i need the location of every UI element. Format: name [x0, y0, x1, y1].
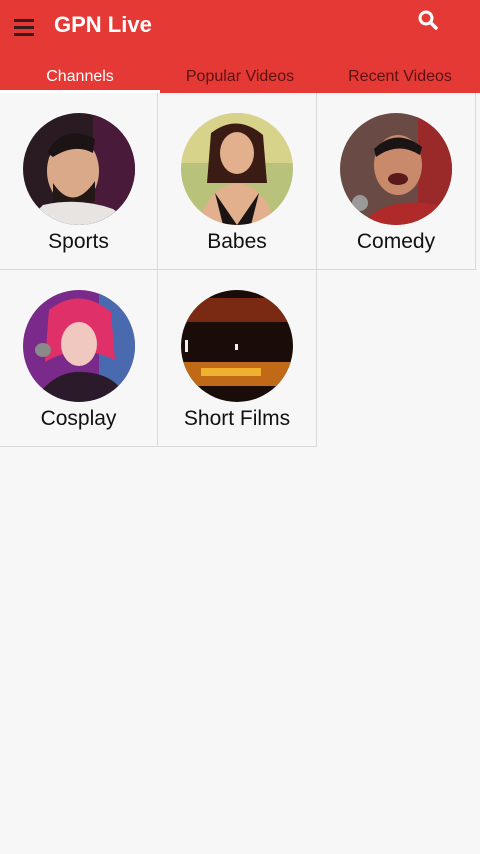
channel-thumbnail [181, 113, 293, 225]
channel-card-comedy[interactable]: Comedy [317, 93, 476, 270]
channel-label: Short Films [183, 407, 291, 430]
channel-label: Sports [48, 230, 109, 253]
channel-card-sports[interactable]: Sports [0, 93, 158, 270]
app-bar: GPN Live Channels Popular Videos Recent … [0, 0, 480, 93]
channel-label: Cosplay [40, 407, 117, 430]
channel-card-babes[interactable]: Babes [158, 93, 317, 270]
channel-card-cosplay[interactable]: Cosplay [0, 270, 158, 447]
channel-thumbnail [22, 290, 135, 402]
channel-grid: Sports Babes Comedy Cosplay Short Films [0, 93, 476, 447]
search-icon-graphic [418, 10, 438, 30]
tab-bar: Channels Popular Videos Recent Videos [0, 60, 480, 93]
menu-icon[interactable] [14, 14, 40, 40]
tab-channels[interactable]: Channels [0, 60, 160, 93]
tab-recent-videos[interactable]: Recent Videos [320, 60, 480, 93]
search-icon[interactable] [416, 8, 442, 34]
channel-label: Babes [207, 230, 267, 253]
menu-bar [14, 25, 34, 29]
menu-bar [14, 18, 34, 22]
menu-bar [14, 32, 34, 36]
channel-thumbnail [340, 113, 452, 225]
app-title: GPN Live [54, 12, 152, 37]
channel-thumbnail [22, 113, 135, 225]
channel-thumbnail [181, 290, 293, 402]
channel-label: Comedy [356, 230, 436, 253]
tab-popular-videos[interactable]: Popular Videos [160, 60, 320, 93]
channel-card-short-films[interactable]: Short Films [158, 270, 317, 447]
